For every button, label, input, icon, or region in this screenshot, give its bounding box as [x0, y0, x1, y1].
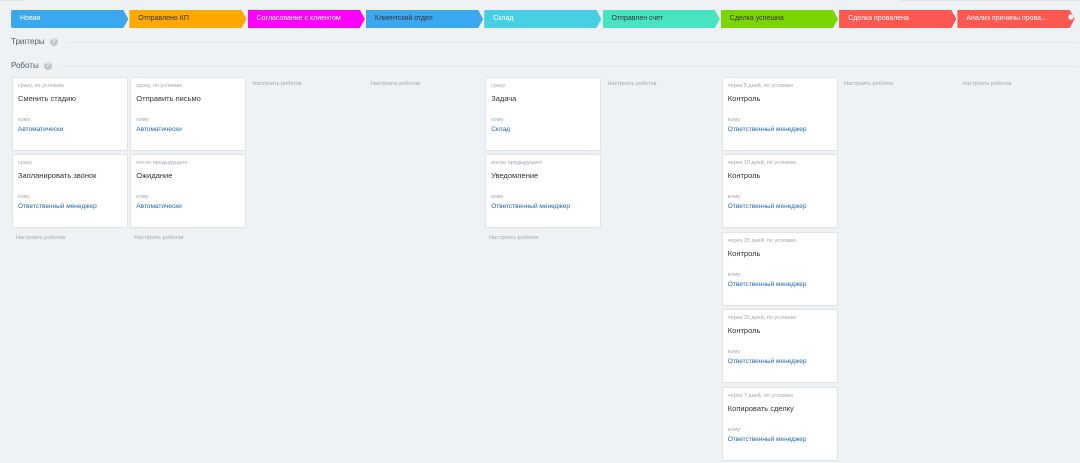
- robot-condition: сразу: [491, 83, 506, 89]
- stage-5[interactable]: Склад: [484, 10, 601, 28]
- robot-condition: через 7 дней, по условию: [727, 392, 794, 399]
- setup-robots-link[interactable]: Настроить роботов: [371, 80, 420, 88]
- robot-title: Уведомление: [491, 171, 539, 181]
- robot-condition: через 20 дней, по условию: [727, 315, 797, 322]
- setup-robots-link[interactable]: Настроить роботов: [962, 80, 1011, 88]
- robot-title: Отправить письмо: [136, 94, 201, 103]
- robot-title: Контроль: [727, 326, 761, 336]
- robot-condition: через 5 дней, по условию: [727, 83, 794, 89]
- robot-card[interactable]: через 15 дней, по условию Контроль кому: От…: [721, 231, 838, 306]
- robot-card[interactable]: сразу Запланировать звонок кому: Ответствен…: [12, 154, 128, 229]
- robot-responsible-link[interactable]: Ответственный менеджер: [728, 280, 832, 289]
- robot-to-label: кому:: [491, 194, 505, 201]
- robot-to-label: кому:: [727, 271, 742, 278]
- robot-responsible-link[interactable]: Ответственный менеджер: [728, 202, 832, 211]
- robot-condition: сразу: [18, 160, 33, 167]
- robot-condition: сразу, по условию: [136, 83, 183, 89]
- robot-title: Сменить стадию: [18, 94, 76, 103]
- robot-responsible-link[interactable]: Склад: [491, 125, 595, 134]
- stage-8[interactable]: Сделка провалена: [839, 10, 956, 28]
- robot-responsible-link[interactable]: Автоматически: [18, 125, 122, 134]
- stage-bar: Новая Отправлено КП Согласование с клиенто…: [11, 10, 1073, 28]
- triggers-divider: [67, 42, 1078, 43]
- robot-title: Копировать сделку: [727, 403, 794, 413]
- triggers-title: Триггеры: [11, 37, 45, 46]
- robot-condition: через 15 дней, по условию: [727, 237, 797, 244]
- robots-header: Роботы?: [11, 60, 52, 72]
- robot-card[interactable]: через 20 дней, по условию Контроль кому: От…: [721, 309, 838, 384]
- robot-responsible-link[interactable]: Ответственный менеджер: [491, 202, 595, 211]
- setup-robots-link[interactable]: Настроить роботов: [608, 80, 657, 88]
- robot-condition: сразу, по условию: [18, 83, 64, 89]
- robot-title: Контроль: [727, 171, 761, 181]
- top-divider: [0, 0, 1080, 2]
- robot-responsible-link[interactable]: Автоматически: [136, 125, 240, 134]
- robot-card[interactable]: после предыдущего Уведомление кому: Ответст…: [485, 154, 602, 229]
- robot-responsible-link[interactable]: Ответственный менеджер: [728, 125, 832, 134]
- robot-to-label: кому:: [727, 426, 742, 433]
- robot-title: Контроль: [727, 94, 761, 103]
- robot-to-label: кому:: [136, 117, 150, 123]
- stage-9[interactable]: Анализ причины прова...: [957, 10, 1074, 28]
- stage-3[interactable]: Согласование с клиентом: [248, 10, 365, 28]
- stage-4[interactable]: Клиентский отдел: [366, 10, 483, 28]
- robot-card[interactable]: через 10 дней, по условию Контроль кому: От…: [721, 154, 838, 229]
- setup-robots-link[interactable]: Настроить роботов: [16, 234, 65, 242]
- robot-to-label: кому:: [18, 194, 32, 201]
- setup-robots-link[interactable]: Настроить роботов: [489, 234, 538, 242]
- robots-divider: [62, 66, 1078, 67]
- robot-responsible-link[interactable]: Ответственный менеджер: [728, 435, 832, 444]
- robot-condition: после предыдущего: [136, 160, 188, 167]
- robot-title: Задача: [491, 94, 517, 103]
- robot-to-label: кому:: [727, 194, 742, 201]
- triggers-header: Триггеры?: [11, 36, 58, 48]
- robot-title: Контроль: [727, 248, 761, 258]
- robots-title: Роботы: [11, 61, 39, 70]
- robot-title: Запланировать звонок: [18, 171, 97, 181]
- robot-to-label: кому:: [18, 117, 32, 123]
- robot-to-label: кому:: [491, 117, 505, 123]
- setup-robots-link[interactable]: Настроить роботов: [134, 234, 183, 242]
- stage-7[interactable]: Сделка успешна: [721, 10, 838, 28]
- robot-card[interactable]: сразу, по условию Отправить письмо кому: Ав…: [130, 77, 247, 151]
- robot-to-label: кому:: [727, 117, 742, 123]
- robot-condition: после предыдущего: [491, 160, 543, 167]
- triggers-help-icon[interactable]: ?: [49, 38, 58, 46]
- stage-1[interactable]: Новая: [11, 10, 128, 28]
- setup-robots-link[interactable]: Настроить роботов: [844, 80, 893, 88]
- robot-responsible-link[interactable]: Ответственный менеджер: [728, 357, 832, 366]
- stage-2[interactable]: Отправлено КП: [129, 10, 246, 28]
- stage-6[interactable]: Отправлен счет: [603, 10, 720, 28]
- robot-card[interactable]: через 7 дней, по условию Копировать сделк…: [721, 386, 838, 461]
- robot-to-label: кому:: [136, 194, 150, 201]
- robot-to-label: кому:: [727, 349, 742, 356]
- robots-help-icon[interactable]: ?: [43, 62, 52, 70]
- robot-condition: через 10 дней, по условию: [727, 160, 797, 167]
- robot-responsible-link[interactable]: Ответственный менеджер: [18, 202, 122, 211]
- robot-title: Ожидание: [136, 171, 173, 181]
- stage-bar-end-icon: [1068, 14, 1074, 20]
- robot-card[interactable]: сразу, по условию Сменить стадию кому: Авто…: [12, 77, 128, 151]
- robot-card[interactable]: после предыдущего Ожидание кому: Автоматиче…: [130, 154, 247, 229]
- robot-card[interactable]: сразу Задача кому: Склад: [485, 77, 602, 151]
- robot-responsible-link[interactable]: Автоматически: [136, 202, 240, 211]
- setup-robots-link[interactable]: Настроить роботов: [253, 80, 302, 88]
- robot-card[interactable]: через 5 дней, по условию Контроль кому: Отв…: [721, 77, 838, 151]
